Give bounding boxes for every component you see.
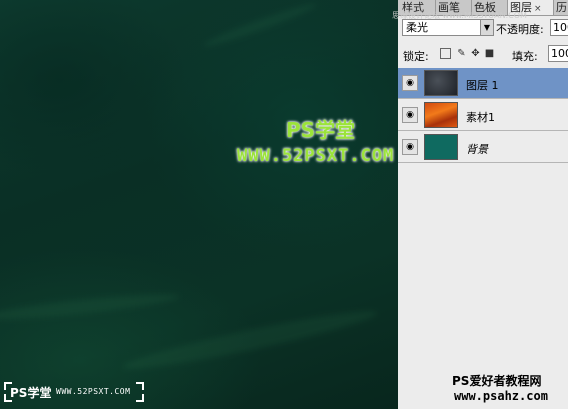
fill-label: 填充:	[512, 50, 538, 63]
lock-move-icon[interactable]: ✥	[470, 48, 481, 59]
lock-fill-row: 锁定: ✎ ✥ ■ 填充: 100	[398, 44, 568, 66]
layer-name: 素材1	[466, 111, 495, 124]
watermark-url: WWW.52PSXT.COM	[237, 146, 395, 166]
layer-thumbnail	[424, 134, 458, 160]
layer-thumbnail	[424, 70, 458, 96]
canvas-streak	[120, 303, 380, 377]
site-watermark-top: 思缘设计论坛 www.MISSYUAN.COM	[392, 11, 527, 20]
lock-transparency-icon[interactable]	[440, 48, 451, 59]
eye-icon[interactable]: ◉	[402, 75, 418, 91]
lock-all-icon[interactable]: ■	[484, 48, 495, 59]
canvas-streak	[0, 289, 181, 325]
canvas-streak	[201, 0, 319, 51]
site-credit-line1: PS爱好者教程网	[452, 374, 542, 388]
lock-brush-icon[interactable]: ✎	[456, 48, 467, 59]
layers-panel: 样式 画笔 色板 图层× 历 柔光 ▼ 不透明度: 100 锁定: ✎ ✥ ■ …	[398, 0, 568, 409]
eye-icon[interactable]: ◉	[402, 107, 418, 123]
blend-mode-select[interactable]: 柔光 ▼	[402, 19, 494, 36]
layer-row-background[interactable]: ◉ 背景	[398, 132, 568, 163]
layer-row-material[interactable]: ◉ 素材1	[398, 100, 568, 131]
eye-icon[interactable]: ◉	[402, 139, 418, 155]
lock-label: 锁定:	[403, 50, 429, 63]
layer-thumbnail	[424, 102, 458, 128]
layer-row-layer1[interactable]: ◉ 图层 1	[398, 68, 568, 99]
layer-name: 背景	[466, 143, 488, 156]
opacity-input[interactable]: 100	[550, 19, 568, 36]
bottom-logo-ps: PS学堂	[10, 386, 52, 400]
bottom-logo: PS学堂 WWW.52PSXT.COM	[4, 382, 144, 402]
fill-input[interactable]: 100	[548, 45, 568, 62]
layer-name: 图层 1	[466, 79, 499, 92]
opacity-label: 不透明度:	[496, 23, 544, 36]
corner-mark	[136, 382, 144, 390]
document-canvas[interactable]	[0, 0, 398, 409]
bottom-logo-url: WWW.52PSXT.COM	[56, 387, 131, 396]
chevron-down-icon[interactable]: ▼	[480, 20, 493, 35]
site-credit-line2: www.psahz.com	[454, 389, 548, 403]
watermark-title: PS学堂	[286, 118, 356, 142]
tab-history[interactable]: 历	[554, 0, 568, 15]
corner-mark	[136, 394, 144, 402]
close-icon[interactable]: ×	[534, 4, 542, 14]
